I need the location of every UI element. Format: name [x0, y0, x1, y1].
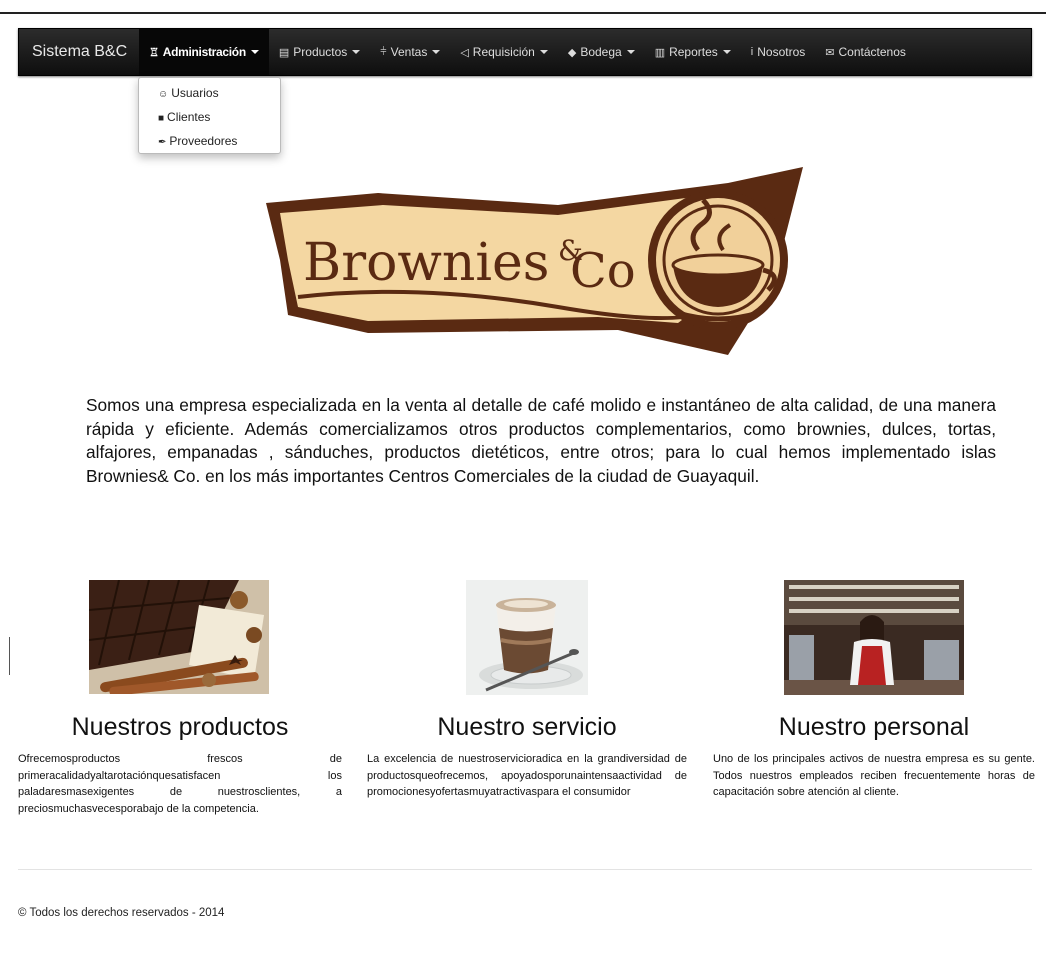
- bullhorn-icon: ◁: [460, 46, 469, 59]
- intro-paragraph: Somos una empresa especializada en la ve…: [86, 395, 996, 486]
- nav-item-label: Nosotros: [757, 45, 806, 59]
- logo-suffix: Co: [570, 243, 636, 299]
- menu-item-usuarios[interactable]: ☺ Usuarios: [139, 82, 280, 106]
- caret-down-icon: [352, 50, 361, 54]
- nav-item-nosotros[interactable]: i Nosotros: [741, 29, 815, 75]
- users-icon: ☺: [158, 89, 169, 100]
- administracion-dropdown-menu: ☺ Usuarios ■ Clientes ✒ Proveedores: [138, 77, 281, 154]
- nav-item-label: Bodega: [580, 45, 622, 59]
- clipped-header-text: [0, 0, 300, 6]
- cutlery-icon: ⫩: [380, 45, 387, 58]
- navbar-menu: ♖ Administración ▤ Productos ⫩ Ventas ◁ Requisi…: [139, 29, 916, 75]
- footer-copyright: © Todos los derechos reservados - 2014: [18, 907, 225, 919]
- info-icon: i: [750, 46, 754, 58]
- feature-text-productos: Ofrecemosproductos frescos de primeracal…: [18, 753, 342, 815]
- nav-item-bodega[interactable]: ◆ Bodega: [558, 29, 645, 75]
- nav-item-label: Reportes: [669, 45, 718, 59]
- footer-divider: [18, 869, 1032, 870]
- nav-item-label: Contáctenos: [838, 45, 906, 59]
- staff-image: [784, 580, 964, 695]
- book-icon: ■: [158, 113, 165, 124]
- caret-down-icon: [539, 50, 548, 54]
- navbar-brand[interactable]: Sistema B&C: [19, 29, 139, 75]
- nav-item-requisicion[interactable]: ◁ Requisición: [450, 29, 558, 75]
- brownies-co-logo: Brownies & Co: [266, 167, 803, 355]
- caret-down-icon: [432, 50, 441, 54]
- nav-item-label: Administración: [162, 45, 246, 59]
- cart-icon: ✒: [158, 137, 167, 148]
- feature-text-servicio: La excelencia de nuestroservicioradica e…: [367, 753, 687, 798]
- tags-icon: ◆: [567, 46, 577, 59]
- logo-brand-word: Brownies: [303, 233, 549, 293]
- envelope-icon: ✉: [825, 46, 835, 59]
- top-divider: [0, 12, 1046, 14]
- nav-item-label: Requisición: [472, 45, 535, 59]
- feature-title-personal: Nuestro personal: [778, 713, 970, 741]
- menu-item-proveedores[interactable]: ✒ Proveedores: [139, 130, 280, 154]
- nav-item-label: Productos: [293, 45, 348, 59]
- nav-item-label: Ventas: [390, 45, 428, 59]
- bar-chart-icon: ▥: [654, 46, 666, 59]
- menu-item-clientes[interactable]: ■ Clientes: [139, 106, 280, 130]
- nav-item-administracion[interactable]: ♖ Administración: [139, 29, 269, 75]
- menu-item-label: Proveedores: [169, 134, 238, 148]
- nav-item-contactenos[interactable]: ✉ Contáctenos: [815, 29, 916, 75]
- caret-down-icon: [626, 50, 635, 54]
- feature-title-servicio: Nuestro servicio: [437, 713, 617, 741]
- caret-down-icon: [722, 50, 731, 54]
- feature-title-productos: Nuestros productos: [71, 713, 289, 741]
- feature-text-personal: Uno de los principales activos de nuestr…: [713, 753, 1035, 798]
- sitemap-icon: ♖: [149, 46, 159, 59]
- nav-item-reportes[interactable]: ▥ Reportes: [645, 29, 741, 75]
- nav-item-ventas[interactable]: ⫩ Ventas: [370, 29, 450, 75]
- menu-item-label: Clientes: [167, 110, 211, 124]
- book-icon: ▤: [278, 46, 290, 59]
- left-edge-mark: [9, 637, 10, 675]
- coffee-glass-image: [466, 580, 588, 695]
- caret-down-icon: [250, 50, 259, 54]
- menu-item-label: Usuarios: [171, 86, 219, 100]
- nav-item-productos[interactable]: ▤ Productos: [269, 29, 370, 75]
- chocolate-image: [89, 580, 269, 694]
- main-navbar: Sistema B&C ♖ Administración ▤ Productos ⫩ Ve…: [18, 28, 1032, 76]
